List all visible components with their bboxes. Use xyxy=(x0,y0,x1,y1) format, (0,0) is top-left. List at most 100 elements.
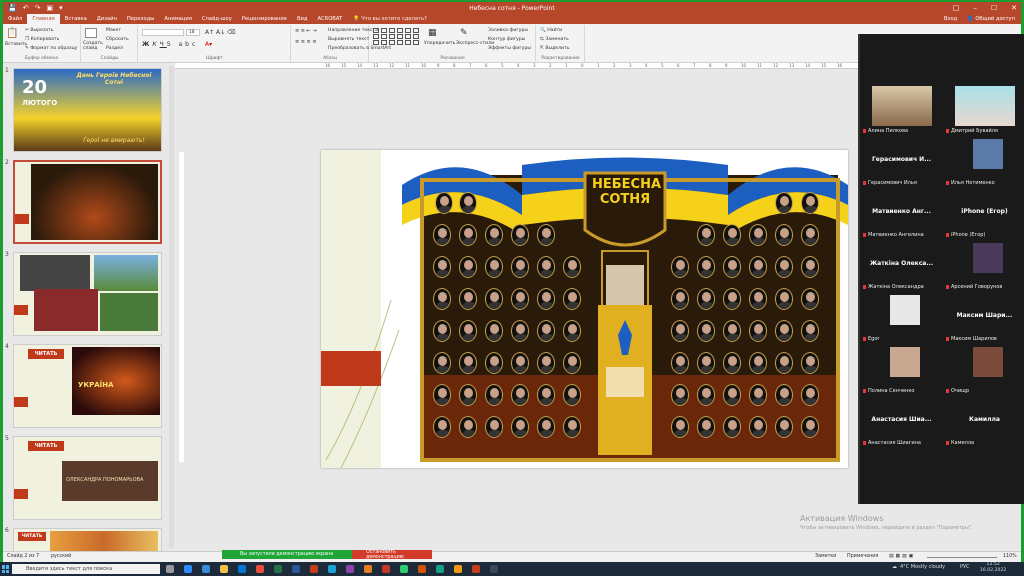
align-text-button[interactable]: Выровнять текст xyxy=(328,37,369,42)
paste-button[interactable]: Вставить xyxy=(5,42,27,47)
section-button[interactable]: Раздел xyxy=(106,46,123,51)
arrange-button[interactable]: Упорядочить xyxy=(424,41,455,46)
zoom-slider[interactable] xyxy=(927,557,997,558)
app-icon[interactable] xyxy=(418,565,426,573)
tab-design[interactable]: Дизайн xyxy=(92,14,122,24)
slide-thumbnail-2[interactable] xyxy=(13,160,162,244)
undo-icon[interactable]: ↶ xyxy=(23,4,29,12)
close-icon[interactable]: ✕ xyxy=(1011,2,1017,14)
comments-button[interactable]: Примечания xyxy=(847,554,878,559)
slide-canvas[interactable]: НЕБЕСНА СОТНЯ xyxy=(321,150,848,468)
shape-effects-button[interactable]: Эффекты фигуры xyxy=(488,46,531,51)
tab-review[interactable]: Рецензирование xyxy=(237,14,292,24)
edge-icon[interactable] xyxy=(202,565,210,573)
paste-icon[interactable]: 📋 xyxy=(6,28,18,39)
zoom-app-icon[interactable] xyxy=(184,565,192,573)
save-icon[interactable]: 💾 xyxy=(8,4,17,12)
participant-tile[interactable]: Матвиенко Анг... Матвиенко Ангелина xyxy=(860,188,943,240)
quick-styles-icon[interactable]: ✎ xyxy=(460,28,468,38)
notes-button[interactable]: Заметки xyxy=(815,554,836,559)
cut-button[interactable]: ✂ Вырезать xyxy=(25,28,53,33)
tab-slideshow[interactable]: Слайд-шоу xyxy=(197,14,237,24)
windows-start-icon[interactable] xyxy=(2,565,10,573)
slide-thumbnail-3[interactable] xyxy=(13,252,162,336)
weather-text[interactable]: 4°C Mostly cloudy xyxy=(900,564,945,570)
ribbon-options-icon[interactable]: □ xyxy=(953,2,960,14)
app-icon[interactable] xyxy=(364,565,372,573)
replace-button[interactable]: ⇆ Заменить xyxy=(540,37,569,42)
participant-tile[interactable]: Очищр xyxy=(943,344,1024,396)
app-icon[interactable] xyxy=(400,565,408,573)
participant-tile[interactable]: Дмитрий Бувайло xyxy=(943,84,1024,136)
font-size-controls[interactable]: A↑ A↓ ⌫ xyxy=(205,29,236,36)
tab-insert[interactable]: Вставка xyxy=(60,14,92,24)
new-slide-button[interactable]: Создать слайд xyxy=(83,41,103,51)
participant-tile[interactable]: Алина Пилкова xyxy=(860,84,943,136)
word-icon[interactable] xyxy=(292,565,300,573)
opera-icon[interactable] xyxy=(382,565,390,573)
slide-thumbnail-1[interactable]: 20 лютого День Героїв Небесної Сотні Гер… xyxy=(13,68,162,152)
app-icon[interactable] xyxy=(436,565,444,573)
powerpoint-running-icon[interactable] xyxy=(472,565,480,573)
tab-acrobat[interactable]: ACROBAT xyxy=(313,14,348,24)
excel-icon[interactable] xyxy=(274,565,282,573)
shape-fill-button[interactable]: Заливка фигуры xyxy=(488,28,528,33)
copy-button[interactable]: ❐ Копировать xyxy=(25,37,59,42)
signin-link[interactable]: Вход xyxy=(944,16,957,22)
view-buttons[interactable]: ▤▦▧▣ xyxy=(889,554,915,559)
font-color-button[interactable]: A▾ xyxy=(205,41,212,48)
thumbnails-scrollbar[interactable] xyxy=(169,66,174,548)
font-family-input[interactable] xyxy=(142,29,184,36)
media-icon[interactable] xyxy=(490,565,498,573)
participant-tile[interactable]: iPhone (Егор) iPhone (Егор) xyxy=(943,188,1024,240)
format-painter-button[interactable]: ✎ Формат по образцу xyxy=(25,46,77,51)
tab-home[interactable]: Главная xyxy=(27,14,60,24)
clock[interactable]: 12:52 16.02.2022 xyxy=(980,562,1006,574)
tell-me-box[interactable]: 💡 Что вы хотите сделать? xyxy=(353,16,427,22)
tab-view[interactable]: Вид xyxy=(292,14,313,24)
participant-tile[interactable]: Максим Шари... Максим Шарипов xyxy=(943,292,1024,344)
slide-thumbnail-4[interactable]: ЧИТАТЬ УКРАЇНА xyxy=(13,344,162,428)
slide-thumbnail-5[interactable]: ЧИТАТЬ ОЛЕКСАНДРА ПОНОМАРЬОВА xyxy=(13,436,162,520)
align-buttons[interactable]: ≡ ≡ ≡ ≡ xyxy=(295,39,317,45)
slide-thumbnail-6[interactable]: ЧИТАТЬ xyxy=(13,528,162,551)
store-icon[interactable] xyxy=(238,565,246,573)
task-view-icon[interactable] xyxy=(166,565,174,573)
shape-outline-button[interactable]: Контур фигуры xyxy=(488,37,525,42)
find-button[interactable]: 🔍 Найти xyxy=(540,28,562,33)
new-slide-icon[interactable] xyxy=(85,28,97,38)
maximize-icon[interactable]: ☐ xyxy=(991,2,997,14)
customize-icon[interactable]: ▾ xyxy=(59,4,63,12)
powerpoint-icon[interactable] xyxy=(310,565,318,573)
tab-file[interactable]: Файл xyxy=(3,14,27,24)
minimize-icon[interactable]: – xyxy=(973,2,977,14)
font-size-input[interactable]: 18 xyxy=(186,29,200,36)
taskbar-search[interactable]: Введите здесь текст для поиска xyxy=(12,564,160,574)
participant-tile[interactable]: Жаткіна Олекса... Жаткіна Олександра xyxy=(860,240,943,292)
participant-tile[interactable]: Илья Нетименко xyxy=(943,136,1024,188)
participant-tile[interactable]: Арсений Говорунов xyxy=(943,240,1024,292)
chrome-icon[interactable] xyxy=(256,565,264,573)
arrange-icon[interactable]: ▦ xyxy=(428,28,437,38)
participant-tile[interactable]: Герасимович И... Герасимович Илья xyxy=(860,136,943,188)
layout-button[interactable]: Макет xyxy=(106,28,121,33)
tab-transitions[interactable]: Переходы xyxy=(122,14,160,24)
reset-button[interactable]: Сбросить xyxy=(106,37,129,42)
app-icon[interactable] xyxy=(346,565,354,573)
explorer-icon[interactable] xyxy=(220,565,228,573)
telegram-icon[interactable] xyxy=(328,565,336,573)
select-button[interactable]: ⇱ Выделить xyxy=(540,46,569,51)
stop-sharing-button[interactable]: Остановить демонстрацию xyxy=(352,550,432,560)
zoom-level[interactable]: 110% xyxy=(1003,554,1017,559)
font-style-buttons[interactable]: ЖКЧS abc xyxy=(142,41,198,48)
language-indicator[interactable]: русский xyxy=(51,554,71,559)
weather-icon[interactable]: ☁ xyxy=(892,564,897,570)
participant-tile[interactable]: Egor xyxy=(860,292,943,344)
redo-icon[interactable]: ↷ xyxy=(35,4,41,12)
tab-animations[interactable]: Анимация xyxy=(159,14,196,24)
input-language[interactable]: РУС xyxy=(960,564,970,570)
app-icon[interactable] xyxy=(454,565,462,573)
shapes-gallery[interactable] xyxy=(373,28,420,45)
participant-tile[interactable]: Камилла Камилла xyxy=(943,396,1024,448)
participant-tile[interactable]: Анастасия Шиа... Анастасия Шиагина xyxy=(860,396,943,448)
